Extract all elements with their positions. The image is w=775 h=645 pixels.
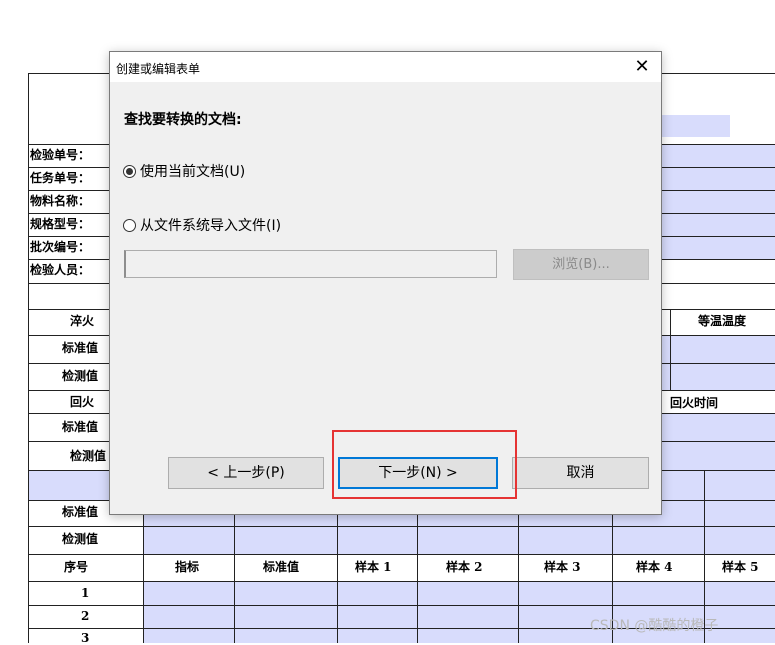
temper-time-header: 回火时间 [670, 396, 719, 410]
field-label: 规格型号： [30, 217, 91, 231]
temper-label: 回火 [70, 395, 95, 409]
option-import-label: 从文件系统导入文件(I) [140, 218, 282, 234]
standard-label: 标准值 [62, 420, 99, 434]
standard-label: 标准值 [62, 341, 99, 355]
col-standard: 标准值 [263, 560, 300, 574]
quench-label: 淬火 [70, 314, 95, 328]
close-button[interactable]: ✕ [627, 55, 657, 79]
col-sample3: 样本 3 [544, 560, 581, 574]
watermark: CSDN @酷酷的橙子 [590, 618, 719, 634]
cancel-button[interactable]: 取消 [512, 457, 649, 489]
field-label: 检验单号： [30, 148, 91, 162]
file-path-input[interactable] [124, 250, 497, 278]
col-sample4: 样本 4 [636, 560, 673, 574]
measured-label: 检测值 [62, 532, 99, 546]
browse-button[interactable]: 浏览(B)... [513, 249, 649, 280]
field-label: 批次编号： [30, 240, 91, 254]
field-label: 物料名称： [30, 194, 91, 208]
col-seq: 序号 [64, 560, 89, 574]
col-sample2: 样本 2 [446, 560, 483, 574]
dialog-title: 创建或编辑表单 [116, 62, 201, 76]
dialog-titlebar[interactable]: 创建或编辑表单 ✕ [110, 52, 661, 82]
option-current-label: 使用当前文档(U) [140, 164, 246, 180]
highlight-box [332, 430, 517, 499]
field-label: 检验人员： [30, 263, 91, 277]
field-fill [662, 115, 730, 137]
radio-selected-icon[interactable] [123, 164, 136, 178]
field-label: 任务单号： [30, 171, 91, 185]
row-number: 2 [81, 609, 90, 623]
col-sample1: 样本 1 [355, 560, 392, 574]
standard-label: 标准值 [62, 505, 99, 519]
measured-label: 检测值 [62, 369, 99, 383]
dialog-heading: 查找要转换的文档: [124, 112, 242, 128]
row-number: 1 [81, 586, 90, 600]
field-fill [662, 145, 775, 260]
back-button[interactable]: < 上一步(P) [168, 457, 324, 489]
col-metric: 指标 [175, 560, 200, 574]
option-current-document[interactable]: 使用当前文档(U) [123, 161, 245, 181]
col-sample5: 样本 5 [722, 560, 759, 574]
option-import-file[interactable]: 从文件系统导入文件(I) [123, 215, 281, 235]
measured-label: 检测值 [70, 449, 107, 463]
radio-icon[interactable] [123, 218, 136, 232]
close-icon: ✕ [634, 56, 650, 77]
temp-header: 等温温度 [698, 314, 747, 328]
